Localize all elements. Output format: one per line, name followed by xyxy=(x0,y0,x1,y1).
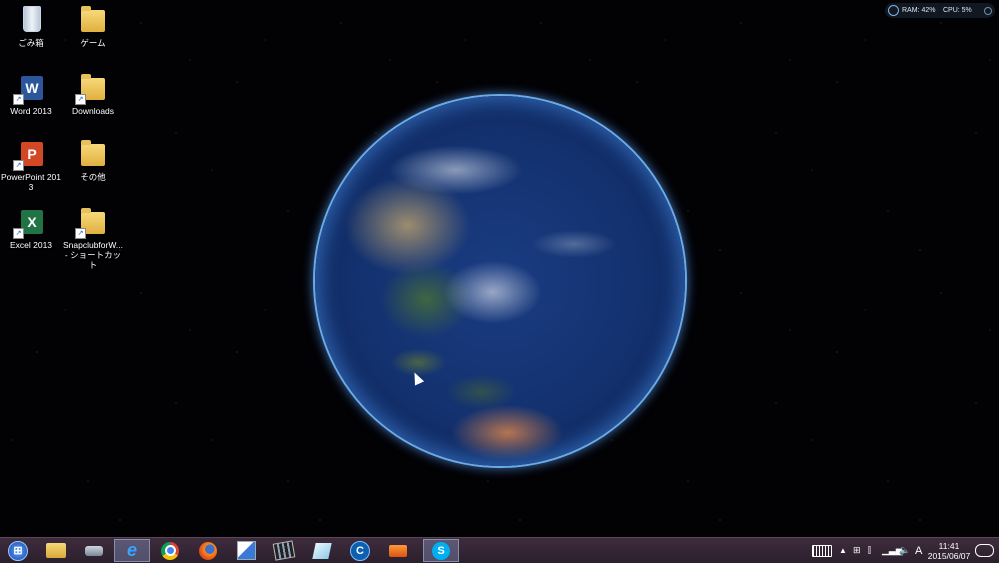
windows-orb-icon: ⊞ xyxy=(8,540,28,561)
desktop-icon-other[interactable]: その他 xyxy=(62,138,124,182)
show-hidden-icons-button[interactable]: ▲ xyxy=(839,538,847,563)
toolbox-icon xyxy=(389,544,407,557)
desktop-icon-label: Downloads xyxy=(71,106,115,116)
pen-icon xyxy=(236,541,256,560)
clock-date: 2015/06/07 xyxy=(927,551,971,561)
film-icon xyxy=(272,540,296,561)
taskbar-clock[interactable]: 11:41 2015/06/07 xyxy=(925,541,973,561)
ie-icon: e xyxy=(126,540,137,560)
tray-device[interactable]: ⫿ xyxy=(868,538,871,563)
taskbar-skype[interactable]: S xyxy=(423,539,459,562)
desktop-icon-label: PowerPoint 2013 xyxy=(0,172,61,192)
speaker-icon: 🔈 xyxy=(899,545,911,555)
firefox-icon xyxy=(199,541,217,560)
desktop-icon-label: SnapclubforW... - ショートカット xyxy=(62,240,123,270)
shortcut-arrow-icon: ↗ xyxy=(13,94,24,105)
earth-wallpaper xyxy=(315,96,685,466)
touch-keyboard-button[interactable] xyxy=(812,538,832,563)
tray-windows-update[interactable]: ⊞ xyxy=(853,538,861,563)
taskbar-file-explorer[interactable] xyxy=(38,539,74,562)
shortcut-arrow-icon: ↗ xyxy=(75,228,86,239)
folder-icon xyxy=(46,543,66,558)
taskbar-video-app[interactable] xyxy=(266,539,302,562)
ime-mode-indicator[interactable]: A xyxy=(915,538,922,563)
drive-icon xyxy=(85,545,103,556)
ram-usage: RAM: 42% xyxy=(902,7,936,14)
shortcut-arrow-icon: ↗ xyxy=(75,94,86,105)
desktop-icon-label: その他 xyxy=(80,172,106,182)
recycle-bin-icon xyxy=(23,6,41,32)
desktop-icon-label: Excel 2013 xyxy=(9,240,53,250)
cloud-notification-icon xyxy=(975,544,994,557)
action-center-button[interactable] xyxy=(975,538,994,563)
gadget-settings-icon[interactable] xyxy=(984,7,992,15)
desktop-icon-games[interactable]: ゲーム xyxy=(62,4,124,48)
desktop-icon-word[interactable]: W ↗ Word 2013 xyxy=(0,72,62,116)
desktop-icon-recycle-bin[interactable]: ごみ箱 xyxy=(0,4,62,48)
taskbar-ice-app[interactable] xyxy=(304,539,340,562)
desktop: ごみ箱 W ↗ Word 2013 P ↗ PowerPoint 2013 X … xyxy=(0,0,999,537)
excel-icon: X xyxy=(21,210,43,234)
ice-cube-icon xyxy=(312,542,332,559)
chrome-icon xyxy=(161,541,179,560)
powerpoint-icon: P xyxy=(21,142,43,166)
chevron-up-icon: ▲ xyxy=(839,546,847,555)
desktop-icon-powerpoint[interactable]: P ↗ PowerPoint 2013 xyxy=(0,138,62,192)
taskbar-toolbox[interactable] xyxy=(380,539,416,562)
taskbar: ⊞ e C S ▲ ⊞ ⫿ ▁▃▅ 🔈 A 11:41 2015/06/07 xyxy=(0,537,999,563)
shortcut-arrow-icon: ↗ xyxy=(13,228,24,239)
usb-icon: ⫿ xyxy=(868,545,871,555)
clock-time: 11:41 xyxy=(938,541,960,551)
system-monitor-gadget[interactable]: RAM: 42% CPU: 5% xyxy=(885,3,995,18)
desktop-icon-excel[interactable]: X ↗ Excel 2013 xyxy=(0,206,62,250)
taskbar-chrome[interactable] xyxy=(152,539,188,562)
desktop-icon-label: ゲーム xyxy=(80,38,106,48)
cpu-usage: CPU: 5% xyxy=(943,7,972,14)
taskbar-network-drive[interactable] xyxy=(76,539,112,562)
folder-icon xyxy=(81,6,105,32)
word-icon: W xyxy=(21,76,43,100)
desktop-icon-downloads[interactable]: ↗ Downloads xyxy=(62,72,124,116)
taskbar-ccleaner[interactable]: C xyxy=(342,539,378,562)
taskbar-drawing-app[interactable] xyxy=(228,539,264,562)
windows-flag-icon: ⊞ xyxy=(853,545,861,555)
keyboard-icon xyxy=(812,544,832,557)
start-button[interactable]: ⊞ xyxy=(0,539,36,562)
gauge-icon xyxy=(888,5,899,16)
desktop-icon-label: ごみ箱 xyxy=(18,38,44,48)
taskbar-internet-explorer[interactable]: e xyxy=(114,539,150,562)
desktop-icon-snapclub[interactable]: ↗ SnapclubforW... - ショートカット xyxy=(62,206,124,270)
desktop-icon-label: Word 2013 xyxy=(10,106,52,116)
shortcut-arrow-icon: ↗ xyxy=(13,160,24,171)
skype-icon: S xyxy=(432,541,450,560)
folder-icon xyxy=(81,140,105,166)
tray-volume[interactable]: 🔈 xyxy=(899,538,910,563)
ccleaner-icon: C xyxy=(350,540,370,561)
taskbar-firefox[interactable] xyxy=(190,539,226,562)
